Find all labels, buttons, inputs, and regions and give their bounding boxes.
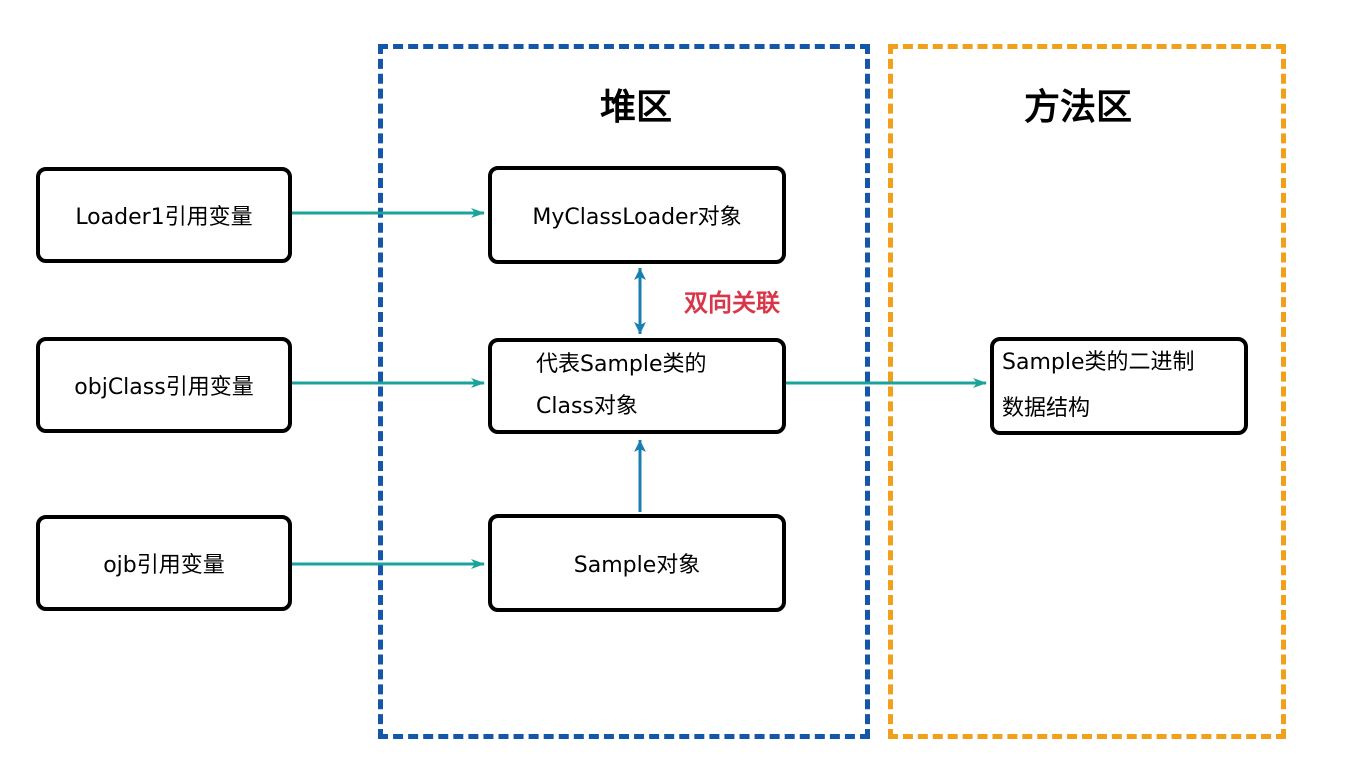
myclassloader-object-box: MyClassLoader对象 bbox=[488, 166, 786, 264]
loader1-reference-label: Loader1引用变量 bbox=[75, 205, 253, 230]
ojb-reference-label: ojb引用变量 bbox=[103, 553, 225, 578]
binary-structure-label-line2: 数据结构 bbox=[1002, 396, 1091, 421]
objclass-reference-label: objClass引用变量 bbox=[74, 375, 254, 400]
class-object-box: 代表Sample类的 Class对象 bbox=[488, 338, 786, 434]
binary-structure-label-line1: Sample类的二进制 bbox=[1002, 350, 1195, 375]
myclassloader-object-label: MyClassLoader对象 bbox=[532, 205, 742, 230]
sample-object-label: Sample对象 bbox=[573, 553, 701, 578]
bidirectional-association-label: 双向关联 bbox=[684, 289, 780, 317]
class-object-label-line1: 代表Sample类的 bbox=[536, 352, 707, 377]
class-object-label-line2: Class对象 bbox=[536, 394, 638, 419]
ojb-reference-box: ojb引用变量 bbox=[36, 515, 292, 611]
loader1-reference-box: Loader1引用变量 bbox=[36, 167, 292, 263]
sample-object-box: Sample对象 bbox=[488, 514, 786, 612]
objclass-reference-box: objClass引用变量 bbox=[36, 337, 292, 433]
binary-structure-box: Sample类的二进制 数据结构 bbox=[990, 337, 1248, 435]
